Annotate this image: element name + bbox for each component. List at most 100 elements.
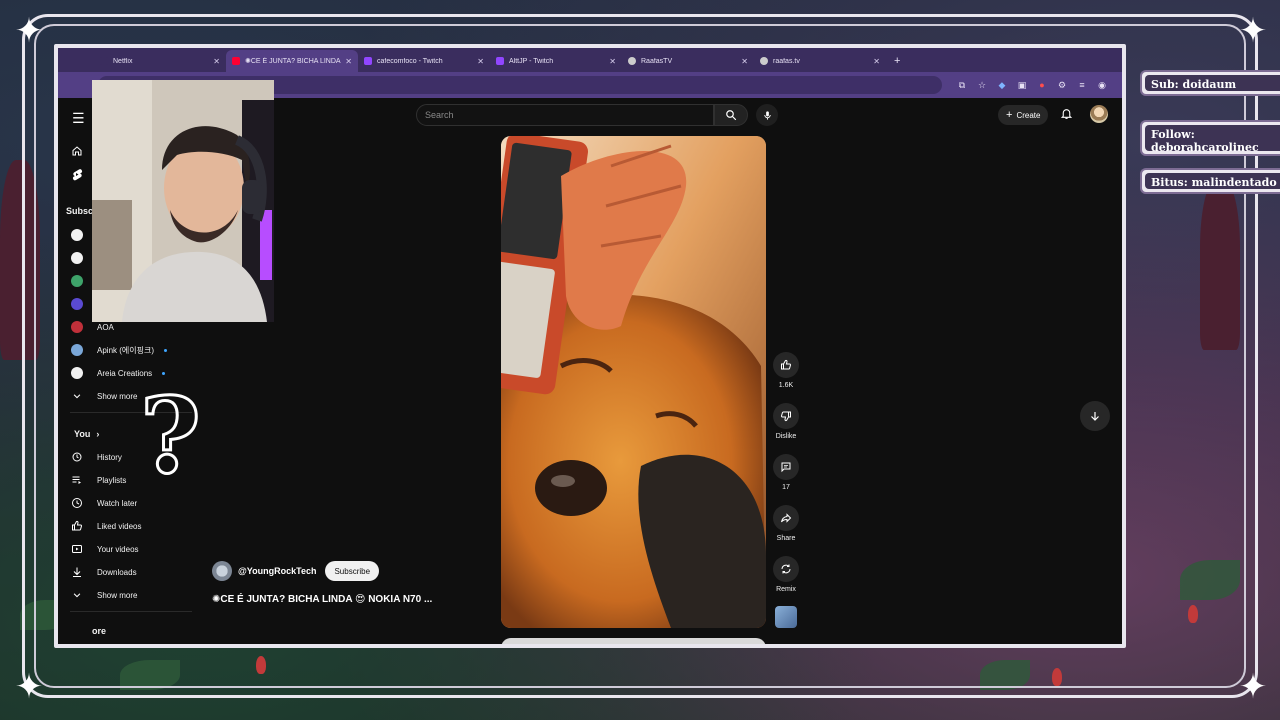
tab-cafecomfoco[interactable]: cafecomfoco - Twitch ✕ [358, 50, 490, 72]
channel-avatar [71, 275, 83, 287]
watch-later-icon [70, 497, 84, 509]
remix-button[interactable]: Remix [768, 556, 804, 593]
sidebar-item-downloads[interactable]: Downloads [70, 562, 137, 582]
show-more-you[interactable]: Show more [70, 585, 137, 605]
media-icon[interactable]: ≡ [1077, 80, 1087, 90]
close-icon[interactable]: ✕ [609, 57, 616, 66]
tab-raafastv[interactable]: RaafasTV ✕ [622, 50, 754, 72]
new-tab-button[interactable]: + [886, 55, 908, 72]
tab-raafas-tv[interactable]: raafas.tv ✕ [754, 50, 886, 72]
close-icon[interactable]: ✕ [873, 57, 880, 66]
twitch-favicon-icon [364, 57, 372, 65]
extension-icon[interactable]: ● [1037, 80, 1047, 90]
search-button[interactable] [714, 104, 748, 126]
close-icon[interactable]: ✕ [741, 57, 748, 66]
extension-icon[interactable]: ◆ [997, 80, 1007, 90]
like-button[interactable]: 1.6K [768, 352, 804, 389]
next-short-preview[interactable] [501, 638, 766, 644]
bell-icon [1060, 109, 1073, 119]
tab-label: ✺CE É JUNTA? BICHA LINDA 😍 [245, 58, 342, 65]
voice-search-button[interactable] [756, 104, 778, 126]
arrow-down-icon [1091, 412, 1099, 421]
dislike-label: Dislike [775, 433, 797, 440]
liked-icon [70, 520, 84, 532]
history-icon [70, 451, 84, 463]
show-more-label: Show more [97, 590, 138, 600]
sidebar-item-watch-later[interactable]: Watch later [70, 493, 137, 513]
globe-favicon-icon [628, 57, 636, 65]
show-more-label: Show more [97, 391, 138, 401]
extensions-puzzle-icon[interactable]: ⚙ [1057, 80, 1067, 90]
sidebar-item-your-videos[interactable]: Your videos [70, 539, 139, 559]
your-videos-icon [70, 543, 84, 555]
sidebar-item-history[interactable]: History [70, 447, 122, 467]
share-button[interactable]: Share [768, 505, 804, 542]
short-video-player[interactable] [501, 136, 766, 628]
chevron-right-icon: › [96, 429, 100, 439]
follow-alert: Follow: deborahcarolinec [1140, 120, 1280, 156]
close-icon[interactable]: ✕ [345, 57, 352, 66]
comments-button[interactable]: 17 [768, 454, 804, 491]
sub-alert: Sub: doidaum [1140, 70, 1280, 96]
netflix-favicon-icon [100, 57, 108, 65]
notifications-button[interactable] [1060, 107, 1073, 125]
home-icon [70, 145, 84, 157]
tab-bar: Netflix ✕ ✺CE É JUNTA? BICHA LINDA 😍 ✕ c… [58, 48, 1122, 72]
account-avatar[interactable] [1090, 105, 1108, 123]
tab-youtube-short[interactable]: ✺CE É JUNTA? BICHA LINDA 😍 ✕ [226, 50, 358, 72]
tab-alttjp[interactable]: AlttJP - Twitch ✕ [490, 50, 622, 72]
short-title[interactable]: ✺CE É JUNTA? BICHA LINDA 😍 NOKIA N70 ... [212, 594, 432, 605]
hamburger-menu-icon[interactable]: ☰ [72, 110, 85, 127]
profile-icon[interactable]: ◉ [1097, 80, 1107, 90]
channel-avatar[interactable] [212, 561, 232, 581]
extension-icon[interactable]: ▣ [1017, 80, 1027, 90]
close-icon[interactable]: ✕ [477, 57, 484, 66]
bookmark-star-icon[interactable]: ☆ [977, 80, 987, 90]
channel-avatar [71, 321, 83, 333]
sidebar-item-playlists[interactable]: Playlists [70, 470, 126, 490]
subscribe-button[interactable]: Subscribe [325, 561, 380, 581]
channel-name[interactable]: @YoungRockTech [238, 566, 316, 576]
comment-count: 17 [782, 484, 790, 491]
sidebar-item-label: Your videos [97, 544, 139, 554]
channel-avatar [71, 252, 83, 264]
show-more-subscriptions[interactable]: Show more [70, 386, 137, 406]
plus-icon: + [1006, 109, 1013, 121]
audio-source-thumbnail[interactable] [768, 606, 804, 628]
channel-avatar [71, 229, 83, 241]
share-icon [773, 505, 799, 531]
webcam-overlay [92, 80, 274, 322]
sparkle-icon: ✦ [14, 11, 44, 51]
question-mark-sticker: ? [139, 374, 203, 497]
you-heading[interactable]: You › [74, 424, 99, 444]
sidebar-item-label: Watch later [97, 498, 138, 508]
tab-netflix[interactable]: Netflix ✕ [94, 50, 226, 72]
channel-label: Apink (에이핑크) [97, 345, 155, 355]
sidebar-channel[interactable]: Apink (에이핑크) [70, 340, 168, 360]
thumbs-up-icon [773, 352, 799, 378]
bits-alert-text: Bitus: malindentado [1145, 173, 1280, 189]
sparkle-icon: ✦ [1238, 11, 1268, 51]
sidebar-item-liked-videos[interactable]: Liked videos [70, 516, 141, 536]
playlists-icon [70, 474, 84, 486]
subscriptions-heading[interactable]: Subsc [66, 201, 93, 221]
shorts-icon [70, 168, 84, 181]
remix-icon [773, 556, 799, 582]
tab-label: cafecomfoco - Twitch [377, 57, 443, 65]
next-short-button[interactable] [1080, 401, 1110, 431]
channel-avatar [71, 367, 83, 379]
search-input[interactable]: Search [416, 104, 714, 126]
follow-alert-text: Follow: deborahcarolinec [1145, 125, 1280, 151]
install-icon[interactable]: ⧉ [957, 80, 967, 90]
dislike-button[interactable]: Dislike [768, 403, 804, 440]
new-content-dot [164, 348, 168, 352]
tab-label: raafas.tv [773, 57, 800, 65]
search-icon [726, 110, 737, 121]
close-icon[interactable]: ✕ [213, 57, 220, 66]
create-button[interactable]: + Create [998, 105, 1049, 125]
channel-avatar [71, 344, 83, 356]
remix-label: Remix [776, 586, 796, 593]
twitch-favicon-icon [496, 57, 504, 65]
sparkle-icon: ✦ [14, 667, 44, 707]
explore-heading[interactable]: ore [92, 621, 106, 641]
